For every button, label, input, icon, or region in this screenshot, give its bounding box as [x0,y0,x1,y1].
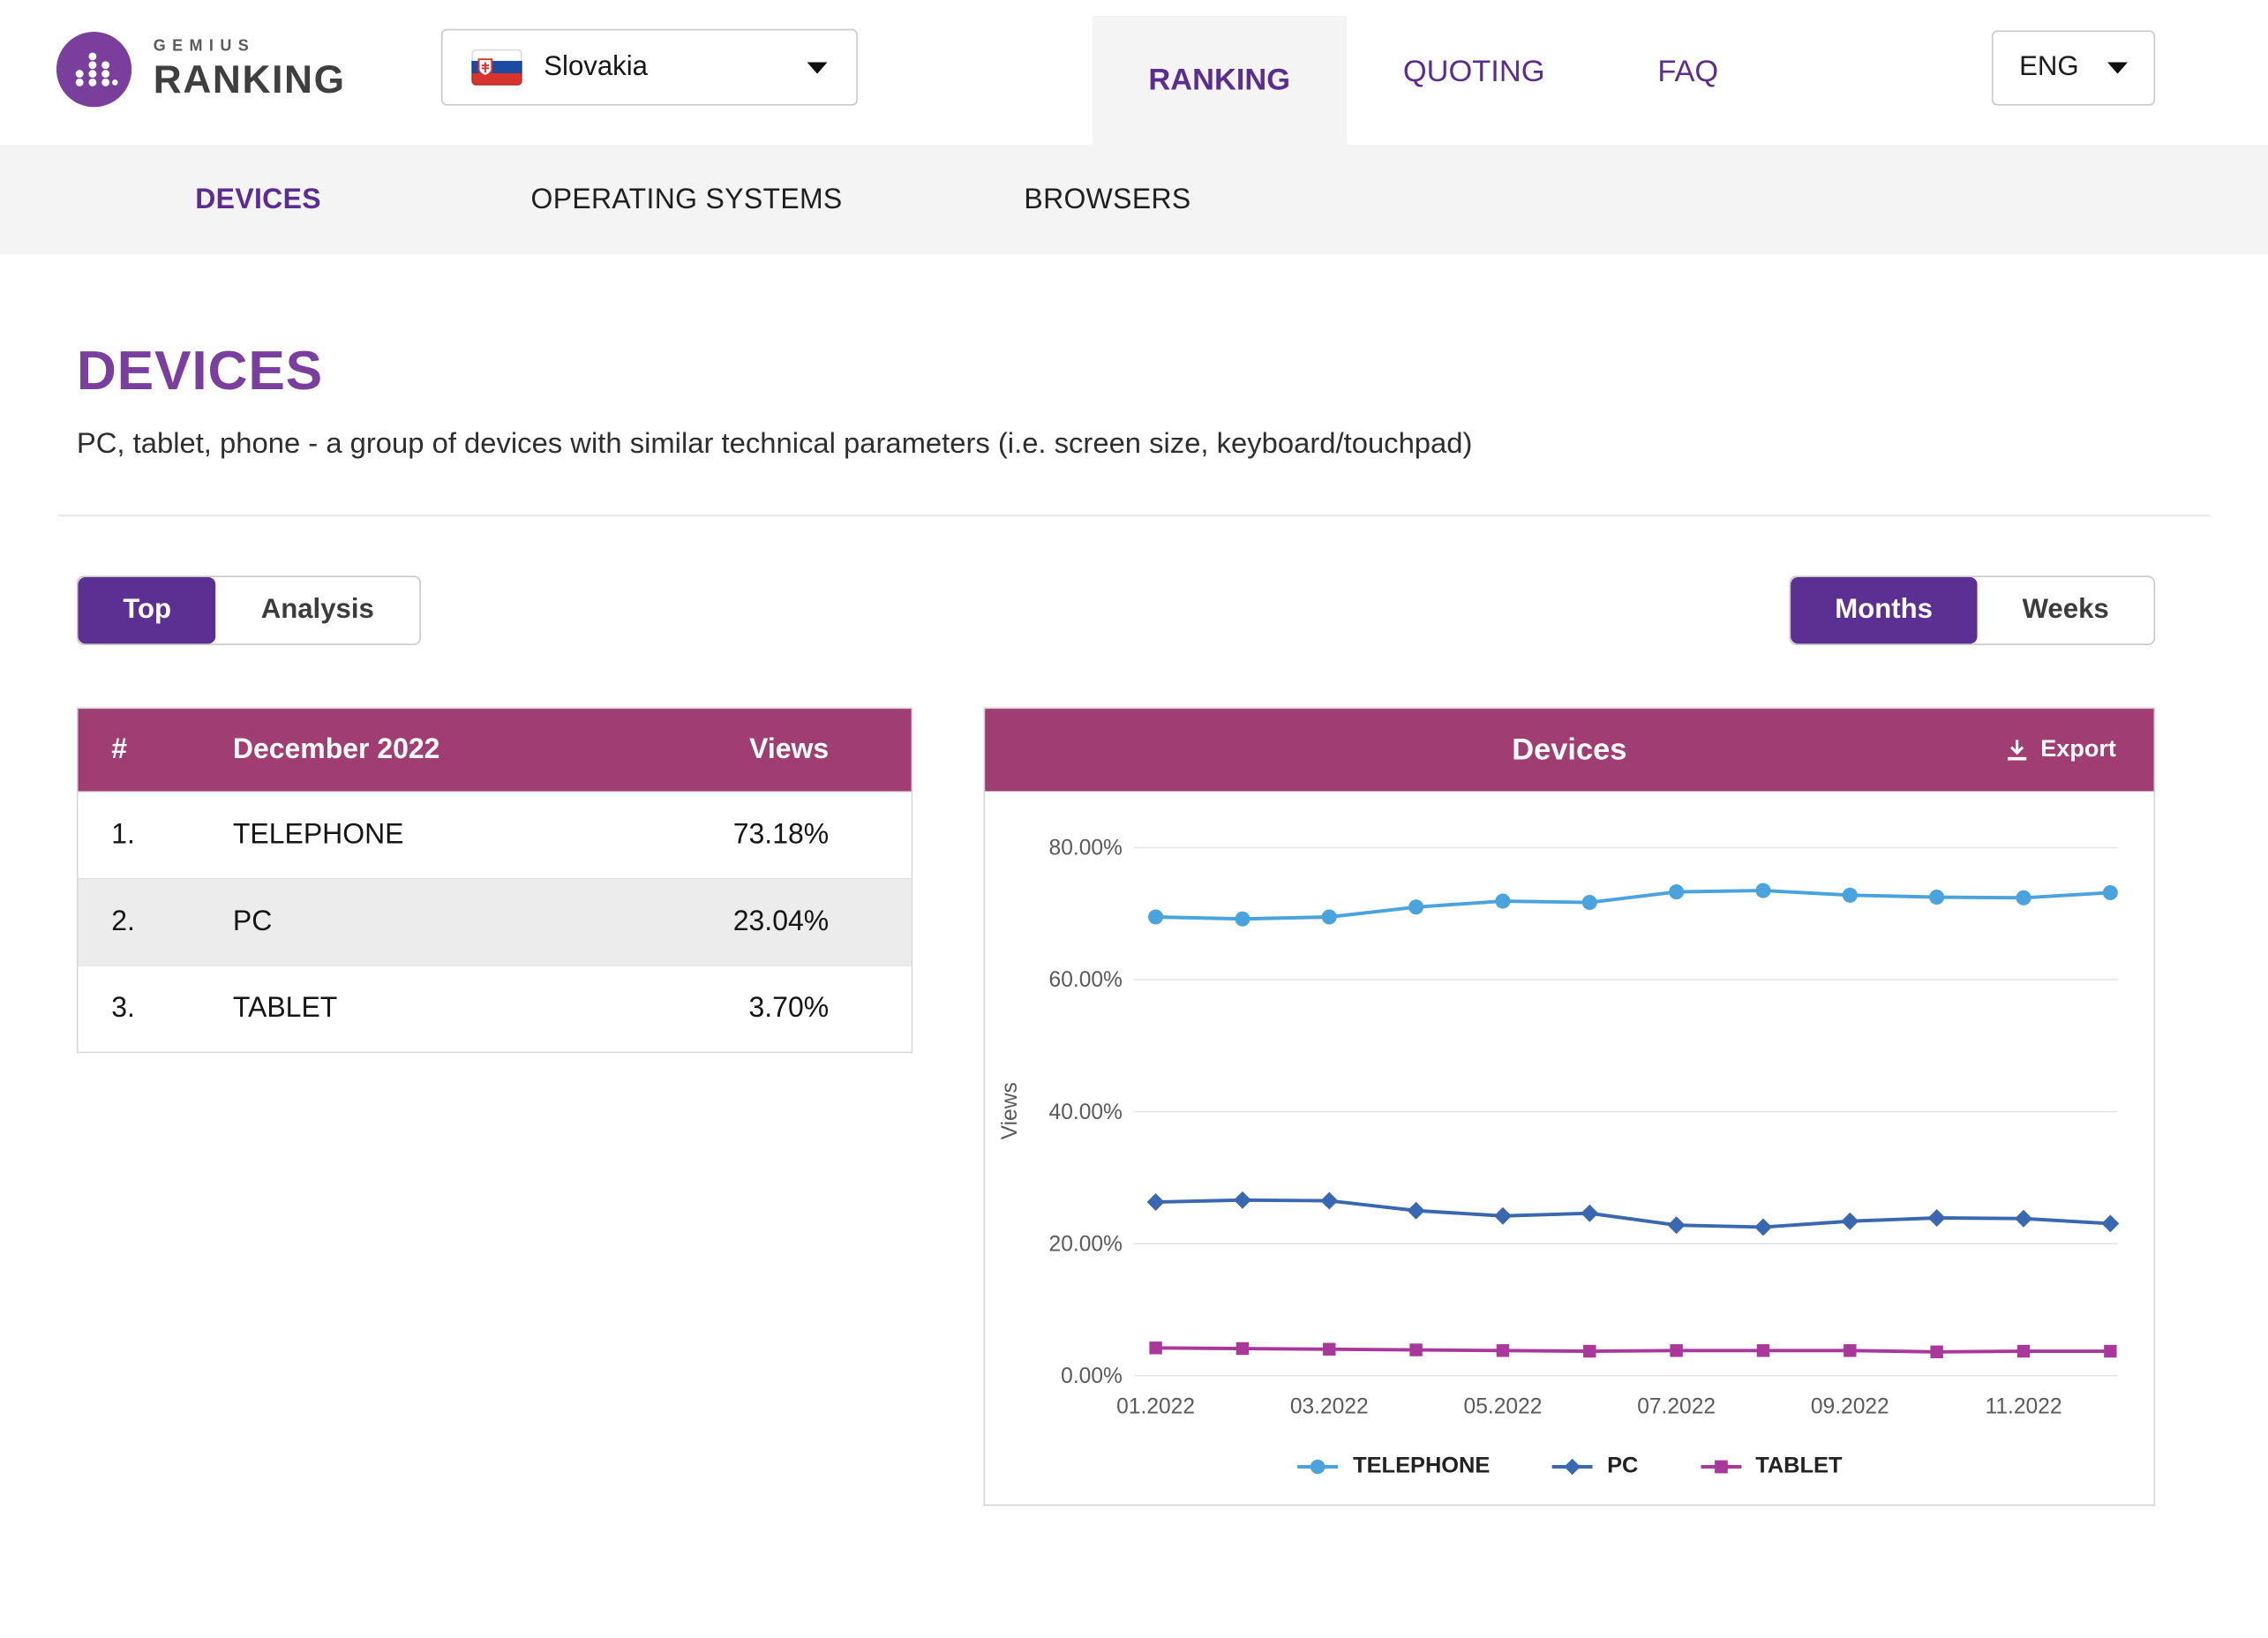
table-header-row: # December 2022 Views [79,709,912,791]
devices-line-chart: 0.00% 20.00% 40.00% 60.00% 80.00% 01.2022 03.2… [985,797,2153,1433]
legend-label: PC [1607,1454,1638,1480]
rank-cell: 1. [79,819,201,853]
chart-title: Devices [1512,733,1626,767]
nav-item-faq[interactable]: FAQ [1601,0,1775,145]
section-nav: DEVICES OPERATING SYSTEMS BROWSERS [0,145,2268,255]
series-line-telephone [1156,890,2111,919]
table-row: 3. TABLET 3.70% [79,965,912,1051]
language-label: ENG [2019,52,2079,84]
subnav-item-operating-systems[interactable]: OPERATING SYSTEMS [531,145,843,255]
brand-name: RANKING [154,57,346,102]
subnav-item-devices[interactable]: DEVICES [195,145,321,255]
svg-text:01.2022: 01.2022 [1116,1394,1195,1418]
devices-ranking-table: # December 2022 Views 1. TELEPHONE 73.18… [77,707,912,1053]
series-line-pc [1156,1200,2111,1228]
devices-chart-panel: Devices Export 0.00% 20.00% 40.00% 60.00% 80… [984,707,2156,1506]
analysis-toggle-button[interactable]: Analysis [216,577,419,643]
legend-item-telephone[interactable]: TELEPHONE [1296,1454,1490,1480]
gemius-logo-icon [55,30,133,109]
svg-text:09.2022: 09.2022 [1811,1394,1889,1418]
column-header-rank: # [79,733,201,767]
svg-text:0.00%: 0.00% [1061,1364,1123,1388]
rank-cell: 2. [79,905,201,939]
chevron-down-icon [2107,62,2128,73]
views-cell: 3.70% [658,992,912,1026]
chart-body: 0.00% 20.00% 40.00% 60.00% 80.00% 01.2022 03.2… [985,792,2153,1505]
svg-text:11.2022: 11.2022 [1985,1394,2061,1418]
export-button[interactable]: Export [2004,709,2116,791]
device-cell: TABLET [201,992,658,1026]
main-content: DEVICES PC, tablet, phone - a group of d… [0,342,2268,1506]
download-icon [2004,738,2029,763]
legend-marker-icon [1551,1457,1594,1477]
nav-item-quoting[interactable]: QUOTING [1347,0,1601,145]
column-header-views: Views [658,733,912,767]
export-label: Export [2040,736,2116,763]
svg-text:60.00%: 60.00% [1049,968,1123,992]
page: GEMIUS RANKING Slovakia RANKING QUOTING … [0,0,2268,1637]
brand-logo[interactable]: GEMIUS RANKING [55,30,345,109]
views-cell: 73.18% [658,819,912,853]
table-row: 1. TELEPHONE 73.18% [79,792,912,878]
device-cell: TELEPHONE [201,819,658,853]
views-cell: 23.04% [658,905,912,939]
months-toggle-button[interactable]: Months [1790,577,1977,643]
legend-item-tablet[interactable]: TABLET [1699,1454,1842,1480]
top-toggle-button[interactable]: Top [79,577,216,643]
weeks-toggle-button[interactable]: Weeks [1978,577,2154,643]
country-select[interactable]: Slovakia [441,29,858,106]
svg-text:05.2022: 05.2022 [1464,1394,1543,1418]
page-subtitle: PC, tablet, phone - a group of devices w… [77,428,2155,462]
view-toggle-group: Top Analysis [77,575,420,645]
column-header-period: December 2022 [201,733,658,767]
top-header: GEMIUS RANKING Slovakia RANKING QUOTING … [0,0,2268,145]
country-label: Slovakia [544,51,648,83]
nav-item-ranking[interactable]: RANKING [1092,16,1346,145]
toggle-row: Top Analysis Months Weeks [77,575,2155,645]
period-toggle-group: Months Weeks [1789,575,2155,645]
subnav-item-browsers[interactable]: BROWSERS [1024,145,1190,255]
svg-text:03.2022: 03.2022 [1290,1394,1369,1418]
legend-marker-icon [1296,1457,1340,1477]
legend-label: TABLET [1755,1454,1842,1480]
slovakia-flag-icon [471,49,522,86]
device-cell: PC [201,905,658,939]
content-row: # December 2022 Views 1. TELEPHONE 73.18… [77,707,2155,1506]
chart-legend: TELEPHONE PC TABLET [985,1449,2153,1484]
chevron-down-icon [807,62,828,73]
table-row: 2. PC 23.04% [79,878,912,965]
svg-text:07.2022: 07.2022 [1637,1394,1716,1418]
series-line-tablet [1156,1348,2111,1351]
brand-text: GEMIUS RANKING [154,37,346,102]
main-nav: RANKING QUOTING FAQ [1092,0,1775,145]
legend-label: TELEPHONE [1353,1454,1490,1480]
svg-text:Views: Views [998,1082,1022,1139]
legend-marker-icon [1699,1457,1742,1477]
svg-text:40.00%: 40.00% [1049,1101,1123,1124]
chart-header: Devices Export [985,709,2153,791]
svg-text:20.00%: 20.00% [1049,1232,1123,1256]
divider [58,515,2211,516]
rank-cell: 3. [79,992,201,1026]
brand-sup: GEMIUS [154,37,346,55]
page-title: DEVICES [77,342,2155,403]
legend-item-pc[interactable]: PC [1551,1454,1638,1480]
language-select[interactable]: ENG [1992,30,2155,105]
svg-text:80.00%: 80.00% [1049,837,1123,860]
